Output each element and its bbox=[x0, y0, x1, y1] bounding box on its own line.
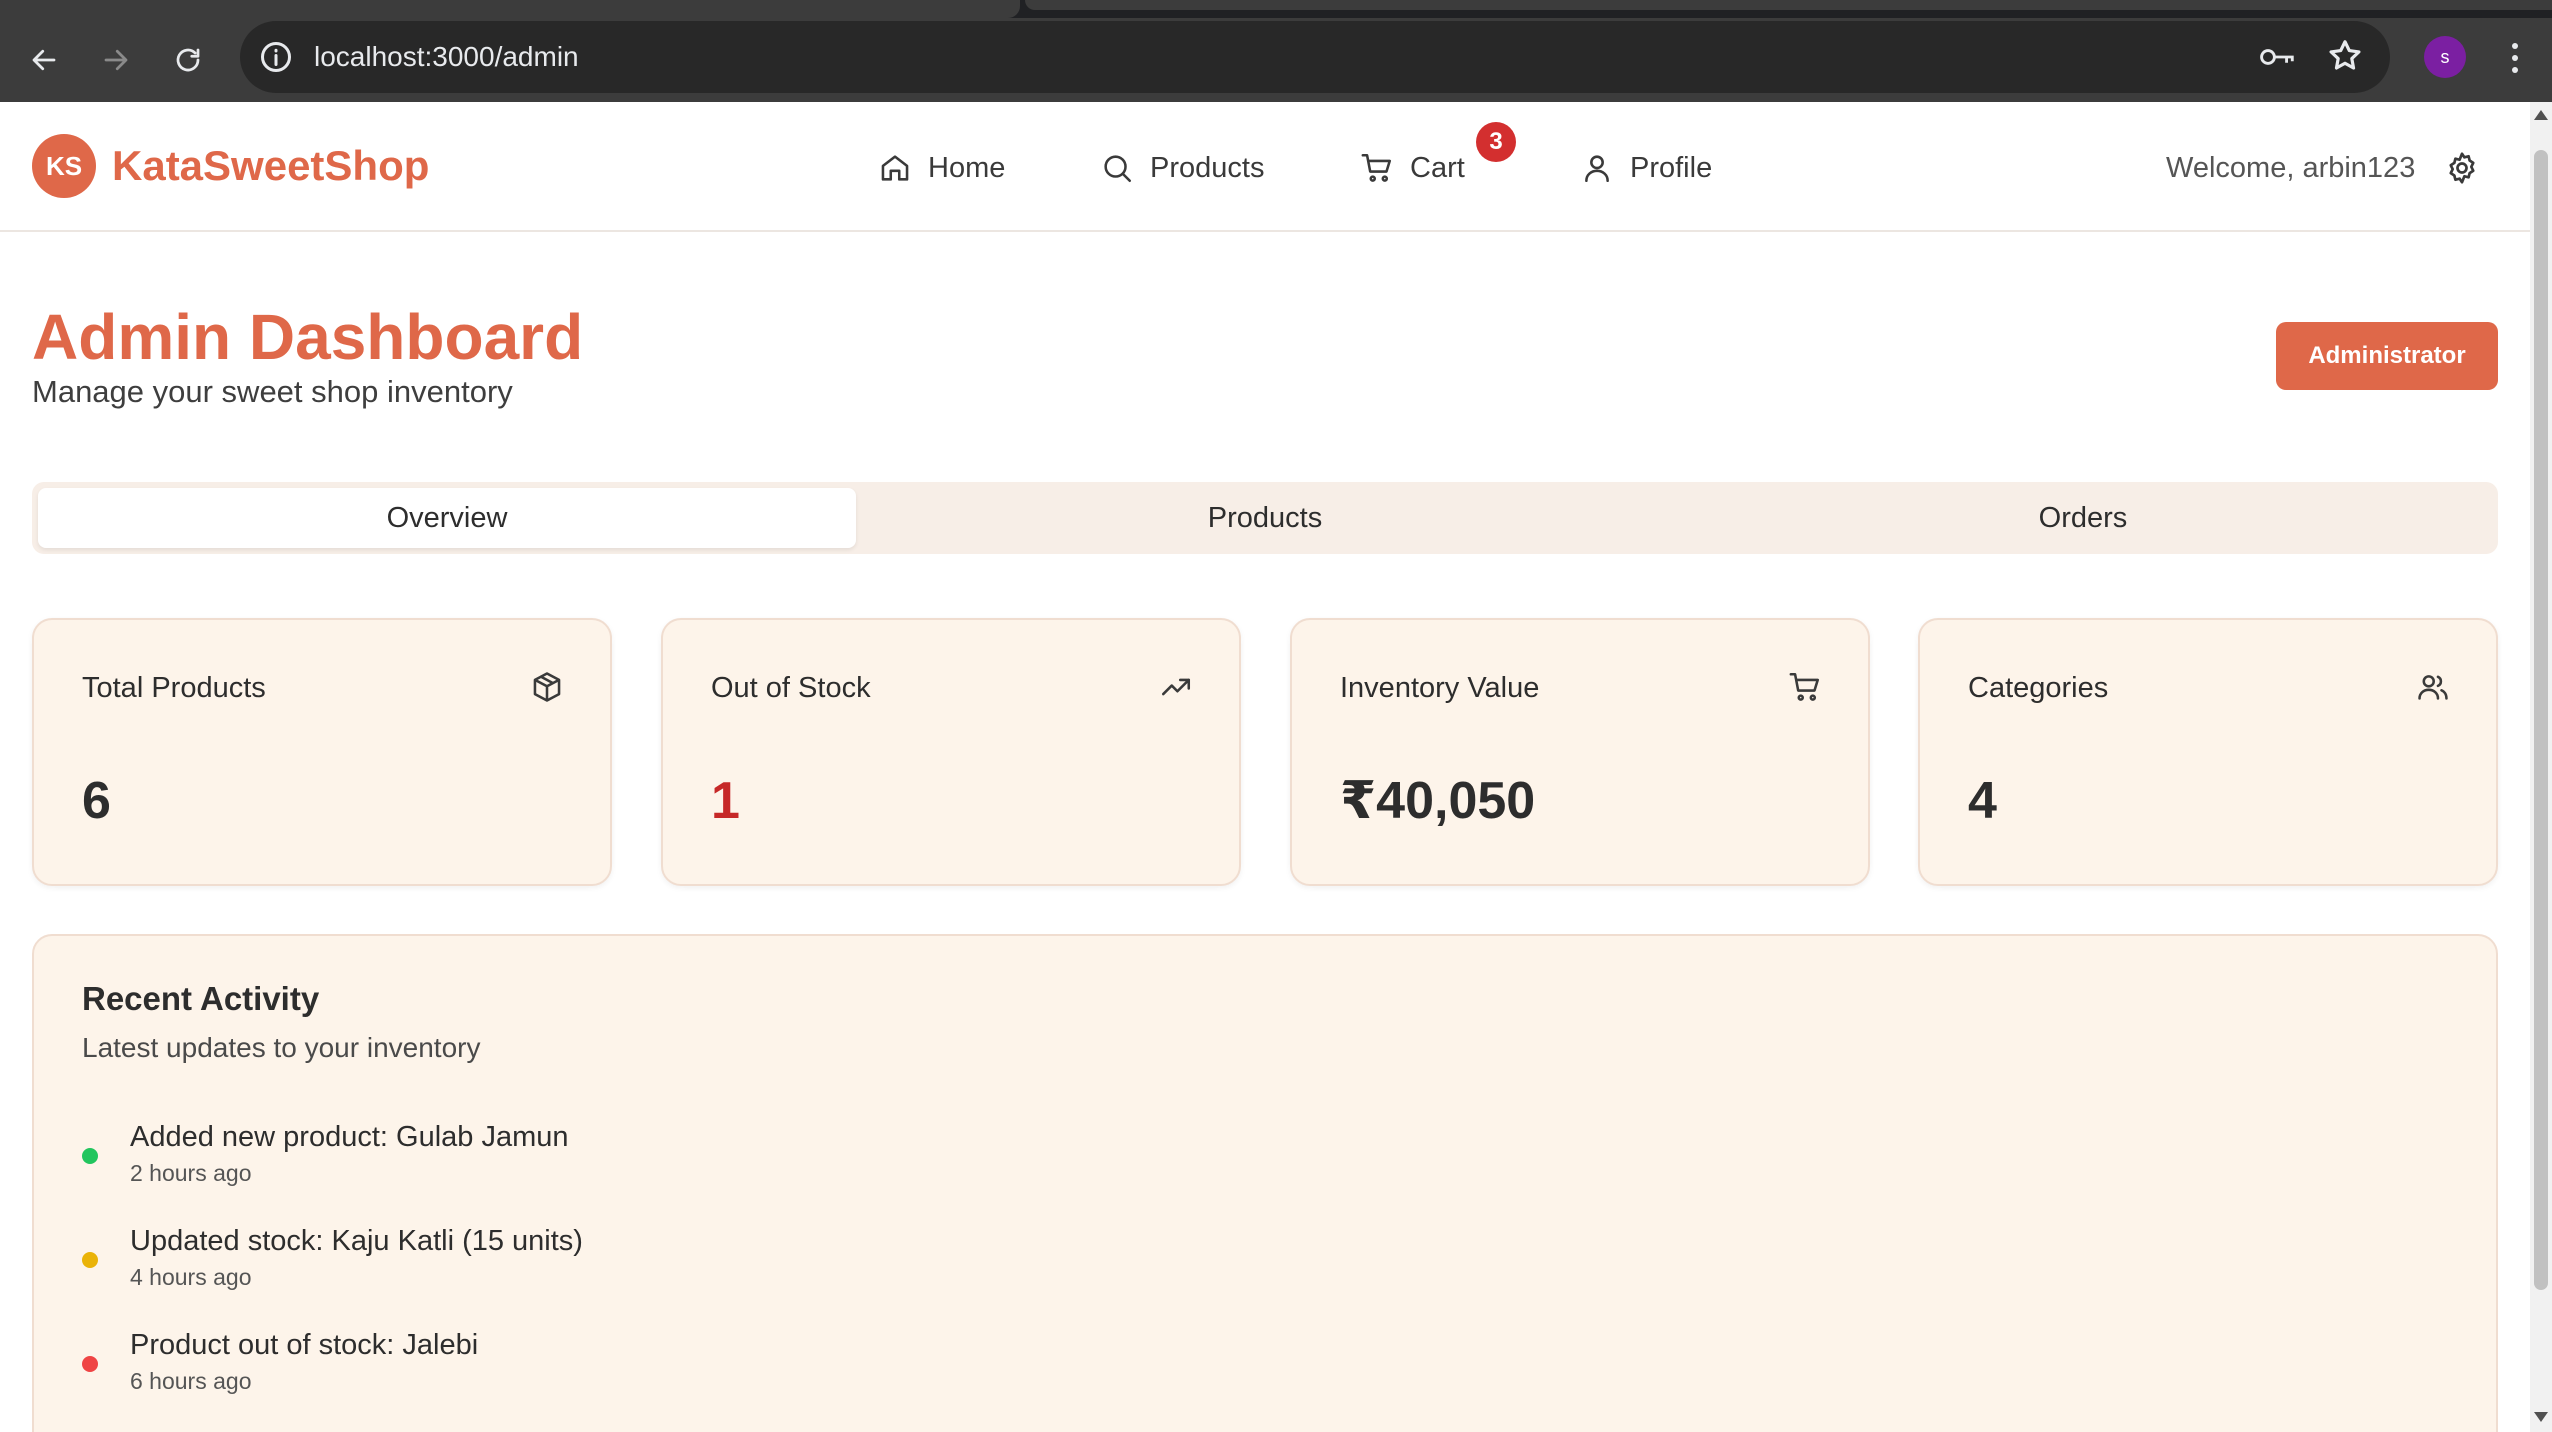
tab-strip bbox=[0, 0, 2552, 18]
address-bar[interactable]: localhost:3000/admin bbox=[240, 21, 2390, 93]
nav-profile-label: Profile bbox=[1630, 151, 1713, 184]
scroll-down-arrow[interactable] bbox=[2534, 1412, 2548, 1422]
more-vertical-icon bbox=[2512, 43, 2518, 73]
status-dot-green bbox=[82, 1148, 98, 1164]
stat-card-inventory-value: Inventory Value ₹40,050 bbox=[1290, 618, 1870, 886]
stat-card-total-products: Total Products 6 bbox=[32, 618, 612, 886]
star-icon[interactable] bbox=[2326, 37, 2364, 75]
activity-text: Updated stock: Kaju Katli (15 units) bbox=[130, 1225, 583, 1257]
nav-products-label: Products bbox=[1150, 151, 1265, 184]
activity-text: Product out of stock: Jalebi bbox=[130, 1329, 479, 1361]
activity-text: Added new product: Gulab Jamun bbox=[130, 1121, 569, 1153]
browser-toolbar: localhost:3000/admin s bbox=[0, 18, 2552, 102]
tab-overview[interactable]: Overview bbox=[38, 488, 856, 548]
nav-home-label: Home bbox=[928, 151, 1006, 184]
url-text[interactable]: localhost:3000/admin bbox=[314, 39, 579, 75]
activity-item: Updated stock: Kaju Katli (15 units) 4 h… bbox=[82, 1220, 1282, 1300]
stat-card-categories: Categories 4 bbox=[1918, 618, 2498, 886]
cart-icon bbox=[1789, 672, 1820, 701]
stat-value: 1 bbox=[711, 772, 740, 830]
nav-profile[interactable]: Profile bbox=[1580, 146, 1712, 190]
activity-time: 2 hours ago bbox=[130, 1160, 252, 1186]
page-viewport: KS KataSweetShop Home Products Cart 3 Pr… bbox=[0, 102, 2530, 1432]
page-title: Admin Dashboard bbox=[32, 301, 584, 373]
recent-activity-subtitle: Latest updates to your inventory bbox=[82, 1032, 481, 1063]
browser-menu-button[interactable] bbox=[2500, 34, 2530, 82]
recent-activity-title: Recent Activity bbox=[82, 980, 320, 1017]
arrow-right-icon bbox=[104, 49, 128, 71]
home-icon bbox=[881, 155, 909, 181]
activity-item: Product out of stock: Jalebi 6 hours ago bbox=[82, 1324, 1282, 1404]
activity-time: 4 hours ago bbox=[130, 1264, 252, 1290]
reload-button[interactable] bbox=[162, 34, 214, 86]
forward-button[interactable] bbox=[90, 34, 142, 86]
arrow-left-icon bbox=[32, 49, 56, 71]
package-icon bbox=[533, 672, 561, 702]
page-subtitle: Manage your sweet shop inventory bbox=[32, 374, 513, 409]
welcome-text: Welcome, arbin123 bbox=[2166, 152, 2416, 184]
browser-profile-avatar[interactable]: s bbox=[2424, 36, 2466, 78]
scrollbar-thumb[interactable] bbox=[2534, 150, 2548, 1290]
users-icon bbox=[2418, 675, 2448, 700]
stat-label: Out of Stock bbox=[711, 672, 871, 704]
stat-card-out-of-stock: Out of Stock 1 bbox=[661, 618, 1241, 886]
info-icon[interactable] bbox=[258, 39, 294, 75]
status-dot-red bbox=[82, 1356, 98, 1372]
key-icon[interactable] bbox=[2258, 39, 2298, 75]
brand-name[interactable]: KataSweetShop bbox=[112, 140, 429, 192]
page-scrollbar[interactable] bbox=[2530, 102, 2552, 1432]
trending-up-icon bbox=[1161, 678, 1191, 696]
nav-home[interactable]: Home bbox=[878, 146, 1005, 190]
user-icon bbox=[1585, 155, 1609, 183]
recent-activity-panel: Recent Activity Latest updates to your i… bbox=[32, 934, 2498, 1432]
brand-logo[interactable]: KS bbox=[32, 134, 96, 198]
reload-icon bbox=[176, 48, 200, 72]
stat-value: ₹40,050 bbox=[1340, 772, 1536, 830]
gear-icon[interactable] bbox=[2444, 150, 2480, 186]
cart-icon bbox=[1361, 153, 1392, 182]
status-dot-yellow bbox=[82, 1252, 98, 1268]
browser-tab-other[interactable] bbox=[1025, 0, 2552, 10]
activity-time: 6 hours ago bbox=[130, 1368, 252, 1394]
cart-count-badge: 3 bbox=[1476, 122, 1516, 162]
stat-label: Total Products bbox=[82, 672, 266, 704]
stat-value: 6 bbox=[82, 772, 111, 830]
dashboard-tabs: Overview Products Orders bbox=[32, 482, 2498, 554]
nav-cart[interactable]: Cart bbox=[1360, 146, 1465, 190]
search-icon bbox=[1104, 155, 1132, 183]
stat-value: 4 bbox=[1968, 772, 1997, 830]
nav-products[interactable]: Products bbox=[1100, 146, 1264, 190]
browser-tab-active[interactable] bbox=[0, 0, 1020, 18]
site-navbar: KS KataSweetShop Home Products Cart 3 Pr… bbox=[0, 102, 2530, 232]
nav-cart-label: Cart bbox=[1410, 151, 1465, 184]
scroll-up-arrow[interactable] bbox=[2534, 110, 2548, 120]
stat-label: Inventory Value bbox=[1340, 672, 1540, 704]
browser-chrome: localhost:3000/admin s bbox=[0, 0, 2552, 102]
administrator-button[interactable]: Administrator bbox=[2276, 322, 2498, 390]
stat-label: Categories bbox=[1968, 672, 2109, 704]
tab-products[interactable]: Products bbox=[856, 488, 1674, 548]
tab-orders[interactable]: Orders bbox=[1674, 488, 2492, 548]
activity-item: Added new product: Gulab Jamun 2 hours a… bbox=[82, 1116, 1282, 1196]
back-button[interactable] bbox=[18, 34, 70, 86]
